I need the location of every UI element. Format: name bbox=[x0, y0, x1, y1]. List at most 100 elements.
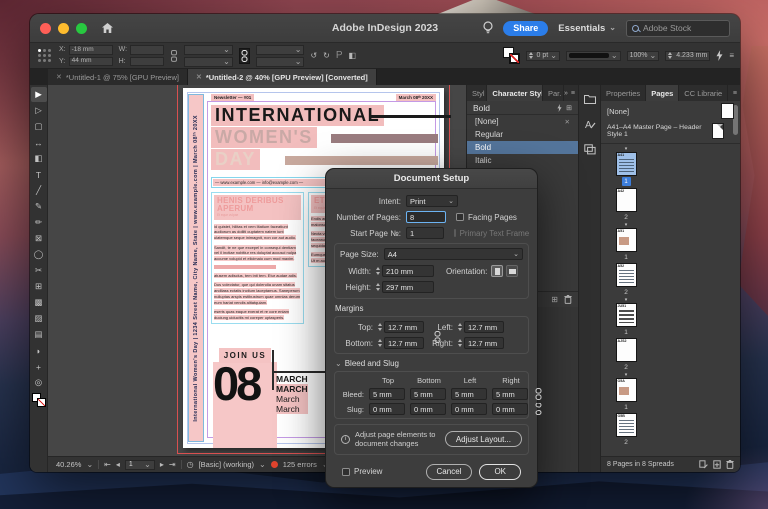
page-item-2[interactable]: A42 2 bbox=[613, 188, 639, 223]
rotate-cw-icon[interactable]: ↻ bbox=[323, 52, 330, 60]
selection-tool[interactable]: ▶ bbox=[31, 87, 47, 102]
tab-styles-partial[interactable]: Styl bbox=[467, 85, 487, 101]
page-item-1[interactable]: ▾ A41 1 bbox=[613, 147, 639, 188]
document-tab-untitled1[interactable]: ✕ *Untitled-1 @ 75% [GPU Preview] bbox=[48, 69, 188, 85]
start-page-field[interactable]: 1 bbox=[406, 227, 444, 239]
gradient-feather-tool[interactable]: ▨ bbox=[31, 311, 47, 326]
bleed-right-field[interactable]: 5 mm bbox=[492, 388, 528, 400]
preview-checkbox[interactable]: Preview bbox=[342, 467, 382, 476]
edit-page-size-icon[interactable] bbox=[699, 460, 708, 469]
panel-menu-icon[interactable]: ≡ bbox=[571, 90, 575, 97]
reference-point-proxy[interactable] bbox=[36, 47, 53, 64]
scale-x-combo[interactable]: ⌄ bbox=[184, 45, 233, 55]
next-page-button[interactable]: ▸ bbox=[160, 461, 164, 469]
fill-stroke-swatches[interactable] bbox=[503, 47, 520, 64]
facing-pages-checkbox[interactable]: Facing Pages bbox=[456, 213, 517, 222]
line-tool[interactable]: ╱ bbox=[31, 183, 47, 198]
gap-value-combo[interactable]: 4.233 mm bbox=[665, 51, 710, 61]
style-row-bold[interactable]: Bold bbox=[467, 141, 578, 154]
free-transform-tool[interactable]: ⊞ bbox=[31, 279, 47, 294]
primary-text-frame-checkbox[interactable]: Primary Text Frame bbox=[454, 229, 529, 238]
page-item-8[interactable]: O5B 2 bbox=[613, 413, 639, 448]
panel-menu-icon[interactable]: ≡ bbox=[733, 90, 737, 97]
page-item-3[interactable]: ▾ A51 1 bbox=[613, 223, 639, 263]
poster-title-frame[interactable]: INTERNATIONAL WOMEN'S DAY bbox=[211, 105, 436, 171]
error-count[interactable]: 125 errors bbox=[283, 460, 317, 469]
text-column-1[interactable]: HENIS DERIBUS APERUM Et eque vulpae id q… bbox=[211, 192, 304, 324]
panel-menu-icon[interactable]: ≡ bbox=[729, 52, 734, 60]
page-item-5[interactable]: ▾ JU51 1 bbox=[613, 298, 639, 338]
home-icon[interactable] bbox=[102, 23, 113, 33]
collapse-panels-icon[interactable]: » bbox=[564, 90, 568, 97]
page-number-field[interactable]: 1 ⌄ bbox=[125, 460, 155, 470]
rotate-ccw-icon[interactable]: ↺ bbox=[310, 52, 317, 60]
margin-left-field[interactable]: 12.7 mm bbox=[464, 321, 504, 333]
flip-horizontal-icon[interactable]: ◧ bbox=[349, 52, 357, 60]
content-collector-tool[interactable]: ◧ bbox=[31, 151, 47, 166]
create-new-page-icon[interactable] bbox=[713, 460, 721, 469]
vertical-sidebar-frame[interactable]: International Women's Day | 1234 Street … bbox=[188, 94, 204, 442]
chevron-down-icon[interactable]: ⌄ bbox=[86, 461, 93, 469]
slug-bottom-field[interactable]: 0 mm bbox=[410, 403, 446, 415]
ok-button[interactable]: OK bbox=[479, 464, 521, 480]
zoom-tool[interactable]: ◎ bbox=[31, 375, 47, 390]
slug-top-field[interactable]: 0 mm bbox=[369, 403, 405, 415]
note-tool[interactable]: ▤ bbox=[31, 327, 47, 342]
constrain-proportions-broken-link-icon[interactable] bbox=[170, 50, 178, 62]
pen-tool[interactable]: ✎ bbox=[31, 199, 47, 214]
portrait-orientation-button[interactable] bbox=[491, 265, 503, 277]
style-row-italic[interactable]: Italic bbox=[467, 154, 578, 167]
stepper-icon[interactable] bbox=[458, 339, 462, 347]
ellipse-tool[interactable]: ◯ bbox=[31, 247, 47, 262]
close-window-button[interactable] bbox=[40, 23, 51, 34]
page-item-4[interactable]: A52 2 bbox=[613, 263, 639, 298]
height-field[interactable]: 297 mm bbox=[382, 281, 434, 293]
tab-properties[interactable]: Properties bbox=[601, 85, 646, 101]
page-item-6[interactable]: AJS2 2 bbox=[613, 338, 639, 373]
big-date-number[interactable]: 08 bbox=[213, 360, 259, 407]
link-margins-chain-icon[interactable] bbox=[434, 331, 441, 343]
width-field[interactable] bbox=[130, 45, 164, 55]
type-tool[interactable]: T bbox=[31, 167, 47, 182]
rectangle-frame-tool[interactable]: ⊠ bbox=[31, 231, 47, 246]
master-row-a4[interactable]: A41–A4 Master Page – Header Style 1 bbox=[601, 121, 740, 141]
stepper-icon[interactable] bbox=[668, 52, 672, 60]
margin-top-field[interactable]: 12.7 mm bbox=[384, 321, 424, 333]
slug-right-field[interactable]: 0 mm bbox=[492, 403, 528, 415]
first-page-button[interactable]: ⇤ bbox=[104, 461, 111, 469]
document-tab-untitled2[interactable]: ✕ *Untitled-2 @ 40% [GPU Preview] [Conve… bbox=[188, 69, 377, 85]
width-field[interactable]: 210 mm bbox=[382, 265, 434, 277]
shear-angle-combo[interactable]: ⌄ bbox=[256, 57, 305, 67]
style-row-regular[interactable]: Regular bbox=[467, 128, 578, 141]
delete-page-trash-icon[interactable] bbox=[726, 460, 734, 469]
clear-overrides-icon[interactable]: ✕ bbox=[565, 118, 570, 126]
margin-right-field[interactable]: 12.7 mm bbox=[464, 337, 504, 349]
bleed-slug-header[interactable]: ⌄ Bleed and Slug bbox=[335, 359, 529, 368]
bleed-left-field[interactable]: 5 mm bbox=[451, 388, 487, 400]
master-row-none[interactable]: [None] bbox=[601, 101, 740, 121]
last-page-button[interactable]: ⇥ bbox=[169, 461, 176, 469]
stepper-icon[interactable] bbox=[378, 339, 382, 347]
scissors-tool[interactable]: ✂ bbox=[31, 263, 47, 278]
zoom-window-button[interactable] bbox=[76, 23, 87, 34]
poster-header-row[interactable]: Newsletter — #01 March 08ᵗʰ 20XX bbox=[211, 94, 436, 101]
close-icon[interactable]: ✕ bbox=[196, 73, 202, 81]
eyedropper-tool[interactable]: ◗ bbox=[31, 343, 47, 358]
stepper-icon[interactable] bbox=[376, 283, 380, 291]
height-field[interactable] bbox=[130, 57, 164, 67]
slug-left-field[interactable]: 0 mm bbox=[451, 403, 487, 415]
stroke-style-combo[interactable]: ⌄ bbox=[566, 51, 621, 61]
previous-page-button[interactable]: ◂ bbox=[116, 461, 120, 469]
tab-cc-libraries[interactable]: CC Librarie bbox=[679, 85, 728, 101]
stepper-icon[interactable] bbox=[376, 267, 380, 275]
link-scale-icon[interactable] bbox=[239, 48, 250, 64]
rotation-angle-combo[interactable]: ⌄ bbox=[256, 45, 305, 55]
march-stack[interactable]: MARCH MARCH March March bbox=[276, 374, 308, 414]
stroke-weight-combo[interactable]: 0 pt ⌄ bbox=[526, 51, 560, 61]
tab-paragraph-partial[interactable]: Par. bbox=[543, 85, 564, 101]
landscape-orientation-button[interactable] bbox=[506, 265, 518, 277]
preflight-icon[interactable]: ◷ bbox=[187, 461, 194, 469]
scale-y-combo[interactable]: ⌄ bbox=[184, 57, 233, 67]
adobe-stock-search-input[interactable]: Adobe Stock bbox=[626, 20, 730, 37]
quick-actions-lightning-icon[interactable] bbox=[716, 50, 723, 61]
